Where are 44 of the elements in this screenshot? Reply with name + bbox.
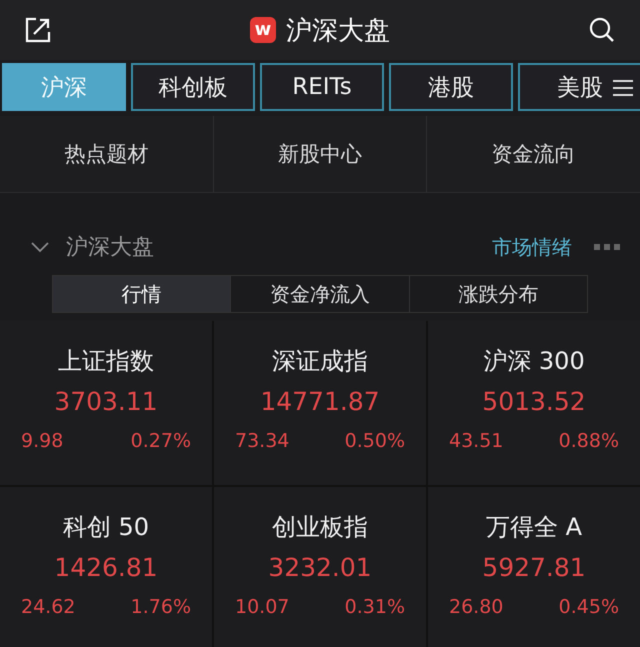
app-logo: w	[250, 17, 276, 43]
index-change: 10.07	[235, 596, 290, 618]
market-tab[interactable]: 科创板	[131, 63, 255, 111]
index-card[interactable]: 深证成指 14771.87 73.34 0.50%	[214, 321, 426, 485]
index-card[interactable]: 科创 50 1426.81 24.62 1.76%	[0, 487, 212, 647]
search-icon[interactable]	[588, 16, 616, 44]
market-sentiment-link[interactable]: 市场情绪	[492, 234, 572, 260]
market-tab[interactable]: REITs	[260, 63, 384, 111]
menu-icon[interactable]	[612, 79, 634, 97]
index-value: 5927.81	[482, 553, 586, 582]
index-card[interactable]: 万得全 A 5927.81 26.80 0.45%	[428, 487, 640, 647]
market-tab[interactable]: 港股	[389, 63, 513, 111]
index-name: 深证成指	[272, 346, 368, 377]
index-change: 26.80	[449, 596, 504, 618]
section-title: 沪深大盘	[66, 234, 155, 262]
index-percent: 0.27%	[130, 430, 191, 452]
index-percent: 1.76%	[130, 596, 191, 618]
index-change: 43.51	[449, 430, 504, 452]
index-value: 3703.11	[54, 387, 158, 416]
index-value: 14771.87	[260, 387, 380, 416]
index-value: 1426.81	[54, 553, 158, 582]
chevron-icon[interactable]	[30, 241, 50, 253]
index-card[interactable]: 沪深 300 5013.52 43.51 0.88%	[428, 321, 640, 485]
view-tab[interactable]: 行情	[53, 276, 232, 312]
index-percent: 0.45%	[558, 596, 619, 618]
index-change: 9.98	[21, 430, 64, 452]
index-change: 24.62	[21, 596, 76, 618]
index-name: 创业板指	[272, 512, 368, 543]
market-tab[interactable]: 美股	[518, 63, 640, 111]
index-name: 万得全 A	[486, 512, 582, 543]
index-percent: 0.31%	[344, 596, 405, 618]
index-card[interactable]: 创业板指 3232.01 10.07 0.31%	[214, 487, 426, 647]
page-title: 沪深大盘	[286, 14, 390, 48]
share-icon[interactable]	[24, 16, 52, 44]
index-value: 5013.52	[482, 387, 586, 416]
index-name: 沪深 300	[483, 346, 585, 377]
index-percent: 0.88%	[558, 430, 619, 452]
index-name: 科创 50	[62, 512, 150, 543]
index-percent: 0.50%	[344, 430, 405, 452]
more-icon[interactable]	[594, 244, 620, 250]
index-card[interactable]: 上证指数 3703.11 9.98 0.27%	[0, 321, 212, 485]
index-change: 73.34	[235, 430, 290, 452]
index-value: 3232.01	[268, 553, 372, 582]
index-name: 上证指数	[58, 346, 154, 377]
